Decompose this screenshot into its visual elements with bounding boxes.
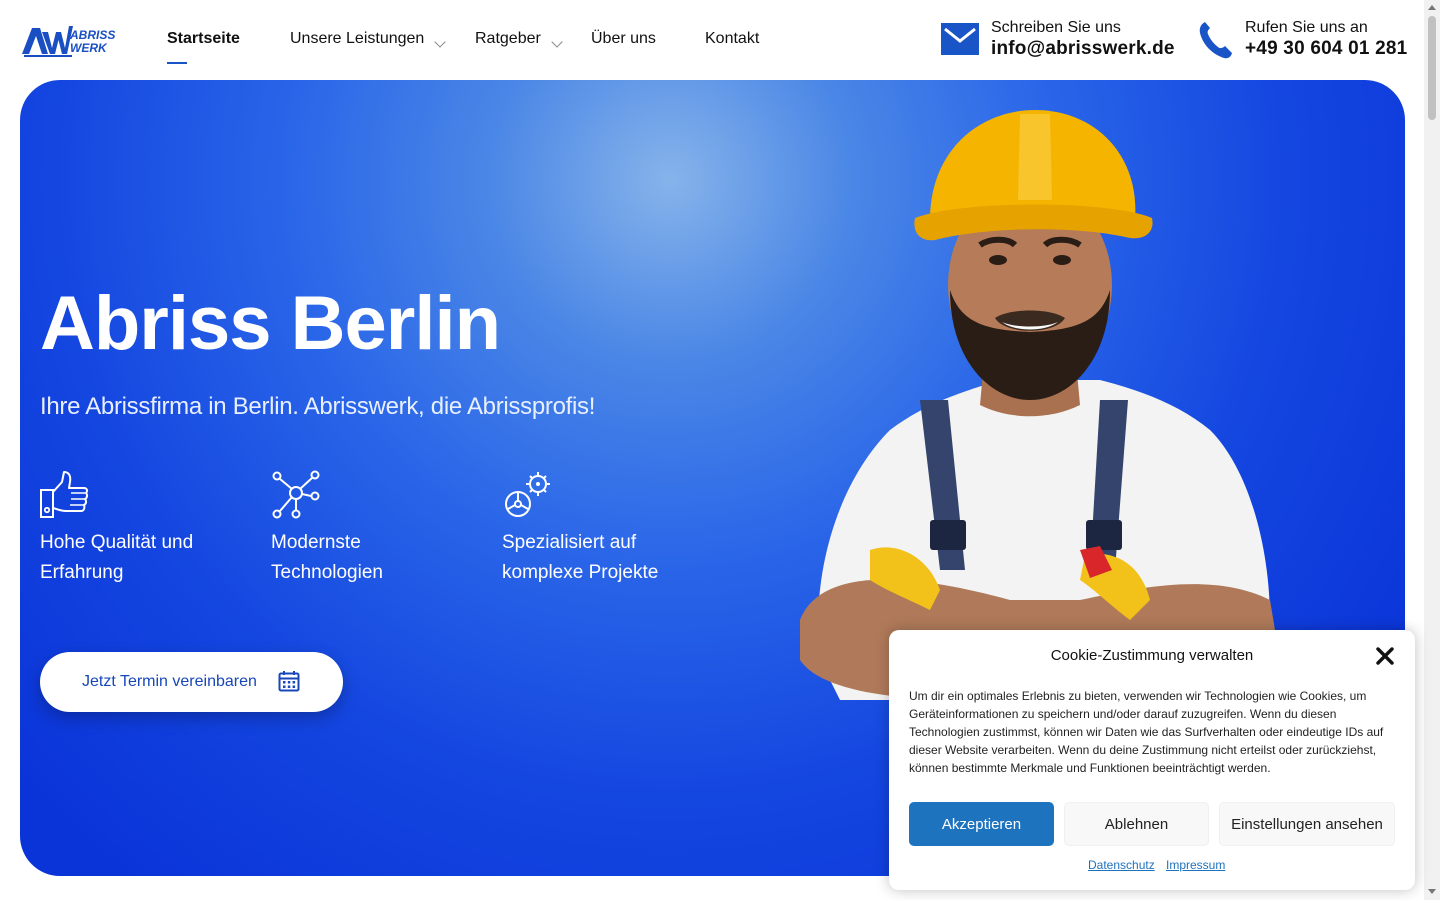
- nav-item-ratgeber[interactable]: Ratgeber: [475, 30, 541, 48]
- scroll-thumb[interactable]: [1428, 16, 1436, 120]
- preferences-button[interactable]: Einstellungen ansehen: [1219, 802, 1395, 846]
- nav-item-ueber-uns[interactable]: Über uns: [591, 30, 656, 48]
- nav-item-startseite[interactable]: Startseite: [167, 30, 240, 48]
- page-scrollbar[interactable]: [1424, 0, 1440, 900]
- scroll-down-arrow[interactable]: [1428, 889, 1436, 894]
- feature-quality-line1: Hohe Qualität und: [40, 532, 194, 553]
- logo-text-line1: ABRISS: [69, 28, 115, 42]
- feature-quality: Hohe Qualität und Erfahrung: [40, 470, 260, 588]
- contact-email-label: Schreiben Sie uns: [991, 19, 1121, 36]
- phone-icon: [1199, 22, 1232, 59]
- abrisswerk-logo[interactable]: ABRISS WERK: [20, 22, 120, 58]
- book-appointment-button[interactable]: Jetzt Termin vereinbaren: [40, 652, 343, 712]
- contact-email-value[interactable]: info@abrisswerk.de: [991, 38, 1175, 60]
- chevron-down-icon[interactable]: [434, 36, 446, 48]
- chevron-down-icon[interactable]: [551, 36, 563, 48]
- hero-title: Abriss Berlin: [40, 281, 501, 366]
- contact-phone-value[interactable]: +49 30 604 01 281: [1245, 38, 1407, 60]
- mail-icon: [941, 23, 979, 55]
- cookie-title: Cookie-Zustimmung verwalten: [1050, 647, 1254, 664]
- accept-button[interactable]: Akzeptieren: [909, 802, 1054, 846]
- imprint-link[interactable]: Impressum: [1166, 858, 1225, 872]
- site-header: ABRISS WERK Startseite Unsere Leistungen…: [0, 0, 1424, 80]
- feature-technology-line2: Technologien: [271, 562, 383, 583]
- contact-email[interactable]: Schreiben Sie uns info@abrisswerk.de: [941, 18, 1175, 60]
- deny-button[interactable]: Ablehnen: [1064, 802, 1209, 846]
- cookie-consent-dialog: Cookie-Zustimmung verwalten Um dir ein o…: [889, 630, 1415, 890]
- feature-quality-line2: Erfahrung: [40, 562, 124, 583]
- feature-technology-line1: Modernste: [271, 532, 361, 553]
- feature-complex-projects: Spezialisiert auf komplexe Projekte: [502, 470, 722, 588]
- privacy-link[interactable]: Datenschutz: [1088, 858, 1155, 872]
- cookie-description: Um dir ein optimales Erlebnis zu bieten,…: [909, 689, 1384, 775]
- close-icon[interactable]: [1376, 647, 1394, 665]
- feature-complex-line2: komplexe Projekte: [502, 562, 659, 583]
- thumbs-up-icon: [40, 471, 89, 518]
- logo-text-line2: WERK: [70, 41, 108, 55]
- network-icon: [272, 470, 320, 519]
- nav-item-unsere-leistungen[interactable]: Unsere Leistungen: [290, 30, 424, 48]
- calendar-icon: [278, 671, 300, 692]
- nav-item-kontakt[interactable]: Kontakt: [705, 30, 759, 48]
- nav-active-indicator: [167, 62, 187, 64]
- feature-technology: Modernste Technologien: [271, 470, 491, 588]
- contact-phone-label: Rufen Sie uns an: [1245, 19, 1368, 36]
- gears-icon: [505, 472, 550, 517]
- hero-subtitle: Ihre Abrissfirma in Berlin. Abrisswerk, …: [40, 393, 596, 420]
- feature-complex-line1: Spezialisiert auf: [502, 532, 637, 553]
- logo-graphic: ABRISS WERK: [22, 26, 115, 57]
- contact-phone[interactable]: Rufen Sie uns an +49 30 604 01 281: [1197, 18, 1407, 60]
- scroll-up-arrow[interactable]: [1428, 5, 1436, 10]
- book-appointment-label: Jetzt Termin vereinbaren: [82, 673, 257, 690]
